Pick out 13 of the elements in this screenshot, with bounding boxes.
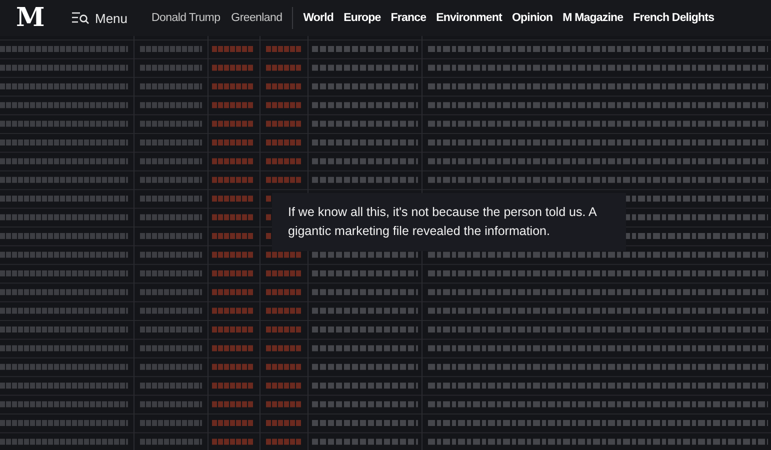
caption: If we know all this, it's not because the person told us. A gigantic marketing file revealed the information.	[272, 193, 626, 251]
trending-link[interactable]: Donald Trump	[152, 12, 220, 24]
section-link[interactable]: Europe	[344, 12, 381, 24]
trending-link[interactable]: Greenland	[231, 12, 282, 24]
section-link[interactable]: French Delights	[633, 12, 714, 24]
section-link[interactable]: World	[303, 12, 334, 24]
menu-button[interactable]: Menu	[72, 10, 128, 26]
menu-search-icon	[72, 12, 89, 24]
section-link[interactable]: Environment	[436, 12, 502, 24]
section-link[interactable]: Opinion	[512, 12, 553, 24]
logo[interactable]: M	[16, 5, 46, 31]
section-link[interactable]: M Magazine	[562, 12, 624, 24]
section-link[interactable]: France	[390, 12, 426, 24]
